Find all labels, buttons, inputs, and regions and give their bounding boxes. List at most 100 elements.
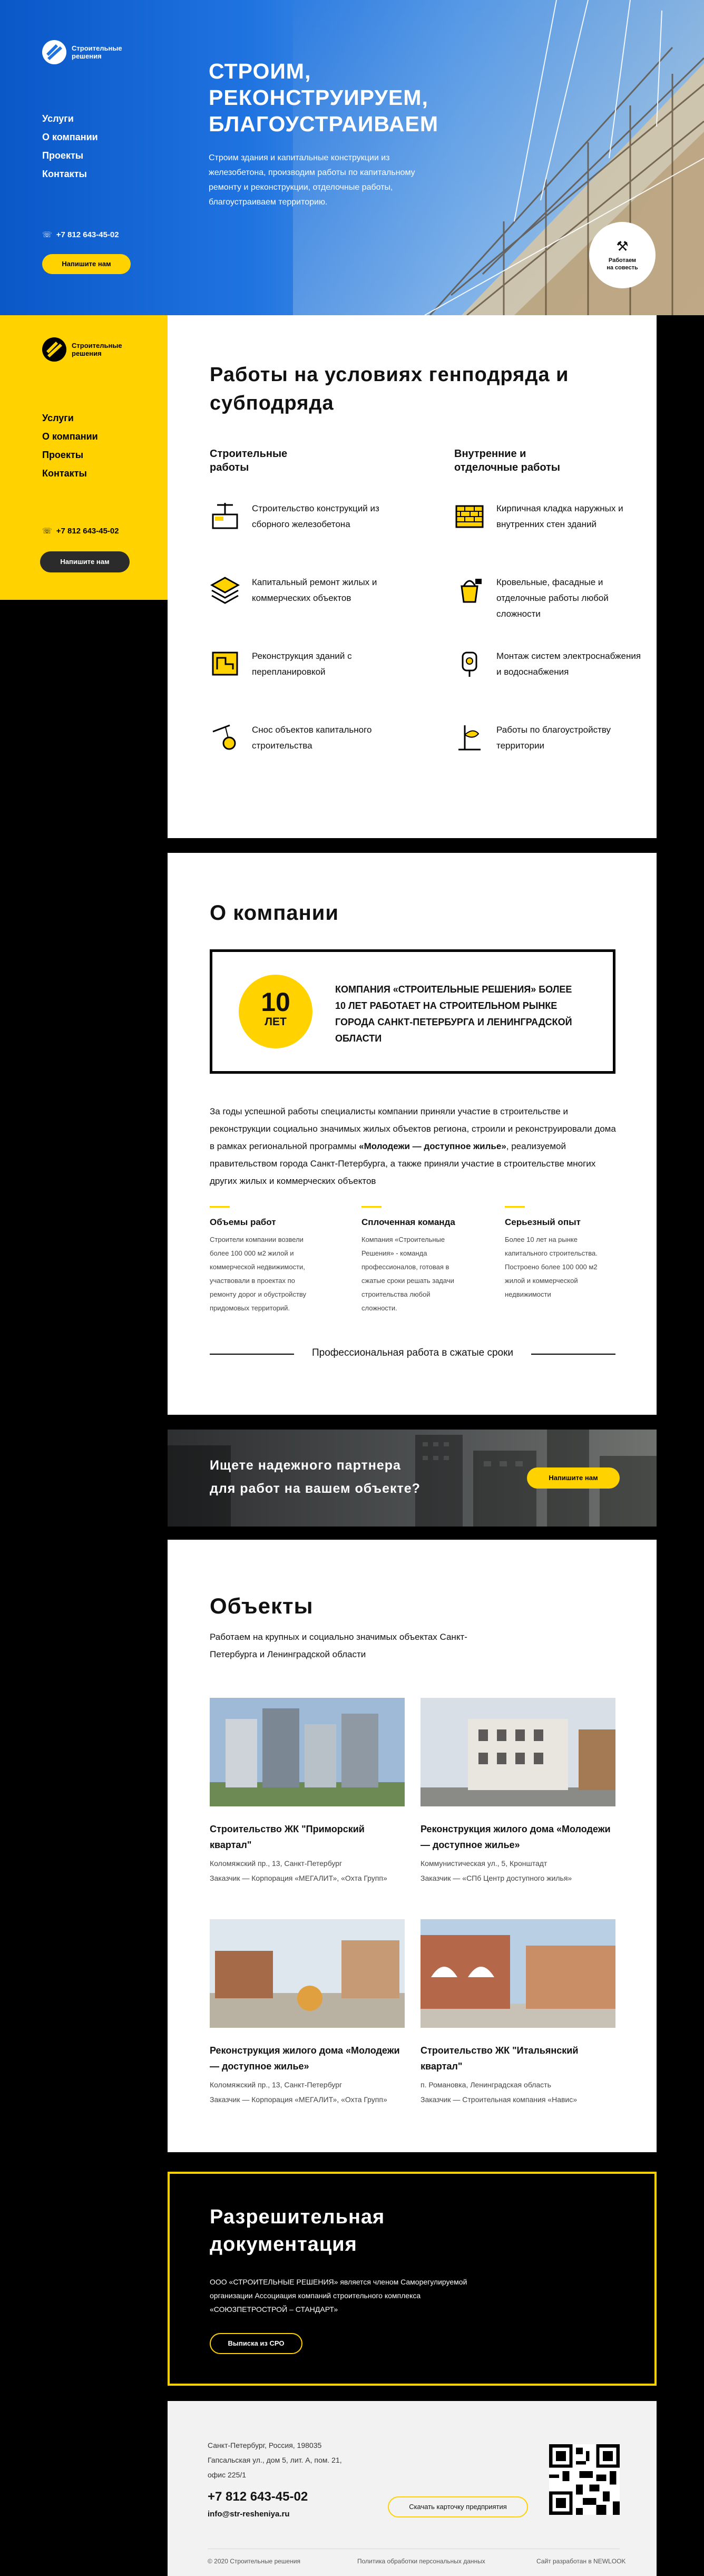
partner-cta: Ищете надежного партнера для работ на ваш… [168,1430,657,1527]
nav-item-services[interactable]: Услуги [42,110,98,128]
object-photo [210,1919,405,2028]
object-meta: Коммунистическая ул., 5, Кронштадт Заказч… [421,1859,572,1882]
work-item: Снос объектов капитального строительства [210,722,399,754]
finishing-column-title: Внутренние и отделочные работы [454,448,560,473]
sidebar-item-contacts[interactable]: Контакты [42,464,98,483]
logo-text: Строительные решения [72,44,122,60]
blueprint-icon [212,652,238,676]
hero-title: СТРОИМ, РЕКОНСТРУИРУЕМ, БЛАГОУСТРАИВАЕМ [209,59,439,136]
handshake-icon: ⚒ [616,238,629,254]
permits-section: Разрешительная документация ООО «СТРОИТЕ… [168,2172,657,2386]
objects-title: Объекты [210,1593,314,1618]
phone-number: +7 812 643-45-02 [56,230,119,239]
logo-icon [42,337,66,362]
logo-icon [42,40,66,64]
phone-number: +7 812 643-45-02 [56,526,119,536]
demolition-icon [212,724,236,750]
phone-link[interactable]: ☏ +7 812 643-45-02 [42,230,119,240]
works-section: Работы на условиях генподряда и субподря… [168,315,657,838]
feature-text: Более 10 лет на рынке капитального строи… [505,1236,598,1298]
object-card[interactable]: Реконструкция жилого дома «Молодежи — до… [421,1698,615,1885]
years-label: ЛЕТ [265,1016,287,1028]
tagline: Профессиональная работа в сжатые сроки [311,1347,514,1358]
nav-item-projects[interactable]: Проекты [42,147,98,165]
object-card[interactable]: Строительство ЖК "Итальянский квартал" п… [421,1919,615,2107]
objects-section: Объекты Работаем на крупных и социально … [168,1540,657,2152]
cta-write-us-button[interactable]: Напишите нам [527,1467,620,1489]
sidebar-item-projects[interactable]: Проекты [42,446,98,464]
object-name: Реконструкция жилого дома «Молодежи — до… [421,1824,611,1850]
sidebar-item-about[interactable]: О компании [42,427,98,446]
work-label: Снос объектов капитального строительства [252,725,372,751]
nav-item-contacts[interactable]: Контакты [42,165,98,183]
about-title: О компании [210,901,339,925]
footer-email[interactable]: info@str-resheniya.ru [208,2510,290,2519]
developer-credit[interactable]: Сайт разработан в NEWLOOK [536,2558,625,2565]
divider-left [210,1354,294,1355]
feature-title: Сплоченная команда [361,1217,455,1227]
feature-accent [210,1206,230,1208]
site-logo[interactable]: Строительные решения [42,40,122,64]
work-item: Реконструкция зданий с перепланировкой [210,648,399,680]
work-label: Монтаж систем электроснабжения и водосна… [496,651,641,677]
object-meta: п. Романовка, Ленинградская область Заказ… [421,2081,578,2104]
divider-right [531,1354,615,1355]
main-nav: Услуги О компании Проекты Контакты [42,110,98,183]
work-item: Строительство конструкций из сборного же… [210,501,399,532]
work-label: Строительство конструкций из сборного же… [252,503,379,529]
logo-text: Строительные решения [72,342,122,357]
about-section: О компании 10 ЛЕТ КОМПАНИЯ «СТРОИТЕЛЬНЫЕ… [168,853,657,1415]
brick-wall-icon [455,505,484,528]
object-card[interactable]: Реконструкция жилого дома «Молодежи — до… [210,1919,405,2107]
work-item: Капитальный ремонт жилых и коммерческих … [210,575,399,606]
feature-text: Компания «Строительные Решения» - команд… [361,1236,454,1312]
sidebar-write-us-button[interactable]: Напишите нам [40,551,130,572]
footer: Санкт-Петербург, Россия, 198035 Гапсальск… [168,2401,657,2576]
object-name: Строительство ЖК "Итальянский квартал" [421,2045,579,2072]
object-card[interactable]: Строительство ЖК "Приморский квартал" Ко… [210,1698,405,1885]
feature-volume: Объемы работ Строители компании возвели … [210,1206,341,1315]
landscaping-icon [458,725,481,751]
sro-extract-button[interactable]: Выписка из СРО [210,2333,302,2354]
badge-line2: на совесть [607,265,638,271]
feature-accent [361,1206,382,1208]
sidebar-item-services[interactable]: Услуги [42,409,98,427]
object-name: Строительство ЖК "Приморский квартал" [210,1824,365,1850]
qr-code-icon [549,2444,620,2515]
feature-experience: Серьезный опыт Более 10 лет на рынке кап… [505,1206,637,1301]
page: { "colors": {"accent": "#ffd200", "dark"… [0,0,704,2576]
feature-text: Строители компании возвели более 100 000… [210,1236,307,1312]
phone-icon: ☏ [42,230,52,239]
object-meta: Коломяжский пр., 13, Санкт-Петербург Зака… [210,2081,387,2104]
precast-concrete-icon [212,503,238,529]
nav-item-about[interactable]: О компании [42,128,98,147]
work-label: Капитальный ремонт жилых и коммерческих … [252,577,377,603]
object-photo [421,1919,615,2028]
permits-text: ООО «СТРОИТЕЛЬНЫЕ РЕШЕНИЯ» является член… [210,2278,467,2313]
privacy-policy-link[interactable]: Политика обработки персональных данных [357,2558,485,2565]
conscience-badge: ⚒ Работаем на совесть [589,222,656,288]
download-company-card-button[interactable]: Скачать карточку предприятия [388,2496,528,2517]
years-number: 10 [261,987,290,1017]
renovation-icon [210,577,240,604]
objects-subtitle: Работаем на крупных и социально значимых… [210,1632,467,1659]
about-paragraph: За годы успешной работы специалисты комп… [210,1106,616,1186]
construction-column-title: Строительные работы [210,448,288,473]
experience-box: 10 ЛЕТ КОМПАНИЯ «СТРОИТЕЛЬНЫЕ РЕШЕНИЯ» Б… [210,949,615,1074]
work-item: Монтаж систем электроснабжения и водосна… [454,648,644,680]
footer-phone[interactable]: +7 812 643-45-02 [208,2490,308,2504]
feature-accent [505,1206,525,1208]
hero-section: Строительные решения Услуги О компании Пр… [0,0,704,315]
footer-address: Санкт-Петербург, Россия, 198035 Гапсальск… [208,2441,342,2479]
write-us-button[interactable]: Напишите нам [42,254,131,274]
object-photo [421,1698,615,1806]
work-item: Работы по благоустройству территории [454,722,644,754]
feature-title: Объемы работ [210,1217,276,1227]
badge-line1: Работаем [608,257,637,264]
object-name: Реконструкция жилого дома «Молодежи — до… [210,2045,400,2072]
work-label: Работы по благоустройству территории [496,725,611,751]
sidebar-phone-link[interactable]: ☏ +7 812 643-45-02 [42,526,119,536]
electrical-icon [462,652,477,677]
work-item: Кровельные, фасадные и отделочные работы… [454,575,644,622]
sidebar-logo[interactable]: Строительные решения [42,337,122,362]
